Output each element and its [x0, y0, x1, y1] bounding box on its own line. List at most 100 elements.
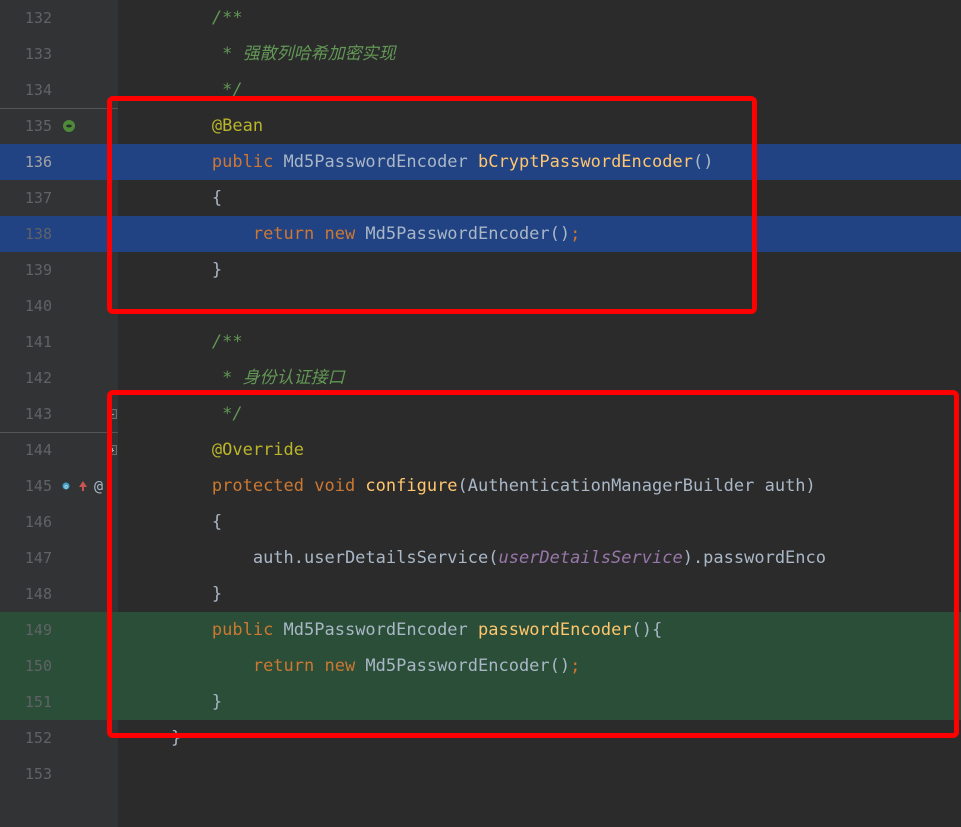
code-token — [130, 188, 212, 208]
code-line[interactable]: return new Md5PasswordEncoder(); — [118, 648, 961, 684]
code-token — [130, 152, 212, 172]
code-line[interactable]: */ — [118, 396, 961, 432]
line-number: 138 — [0, 216, 56, 252]
line-number: 132 — [0, 0, 56, 36]
code-line[interactable]: return new Md5PasswordEncoder(); — [118, 216, 961, 252]
code-token: */ — [212, 80, 243, 100]
code-token — [130, 620, 212, 640]
code-line[interactable]: * 强散列哈希加密实现 — [118, 36, 961, 72]
code-line[interactable]: } — [118, 252, 961, 288]
code-token: ).passwordEnco — [683, 548, 826, 568]
code-token — [130, 656, 253, 676]
code-token: * 身份认证接口 — [212, 368, 345, 388]
code-token: } — [171, 728, 181, 748]
code-line[interactable] — [118, 288, 961, 324]
gutter-row: 150 — [0, 648, 118, 684]
line-number: 143 — [0, 396, 56, 432]
code-token — [130, 332, 212, 352]
gutter-row: 134 — [0, 72, 118, 108]
gutter-separator — [0, 432, 118, 433]
line-number: 134 — [0, 72, 56, 108]
gutter-row: 153 — [0, 756, 118, 792]
gutter-row: 151 — [0, 684, 118, 720]
code-token — [130, 728, 171, 748]
gutter-at-icon: @ — [94, 468, 103, 504]
code-token: } — [212, 584, 222, 604]
gutter-row: 139 — [0, 252, 118, 288]
code-token: @Override — [212, 440, 304, 460]
override-icon: o — [62, 479, 76, 493]
code-token: ; — [570, 656, 580, 676]
code-token — [130, 368, 212, 388]
code-line[interactable]: * 身份认证接口 — [118, 360, 961, 396]
code-token: return new — [253, 224, 366, 244]
gutter-row: 136 — [0, 144, 118, 180]
line-number: 140 — [0, 288, 56, 324]
code-line[interactable]: { — [118, 504, 961, 540]
code-token: () — [693, 152, 713, 172]
code-line[interactable]: @Bean — [118, 108, 961, 144]
code-area[interactable]: /** * 强散列哈希加密实现 */ @Bean public Md5Passw… — [118, 0, 961, 827]
code-token: } — [212, 692, 222, 712]
line-number: 145 — [0, 468, 56, 504]
code-token: Md5PasswordEncoder — [284, 152, 478, 172]
line-number: 141 — [0, 324, 56, 360]
bean-icon — [62, 119, 76, 133]
code-token: ; — [570, 224, 580, 244]
code-line[interactable]: public Md5PasswordEncoder bCryptPassword… — [118, 144, 961, 180]
code-token: { — [212, 512, 222, 532]
code-line[interactable]: auth.userDetailsService(userDetailsServi… — [118, 540, 961, 576]
code-token — [130, 260, 212, 280]
code-token: Md5PasswordEncoder() — [365, 656, 570, 676]
line-number: 146 — [0, 504, 56, 540]
line-number: 152 — [0, 720, 56, 756]
code-token — [130, 116, 212, 136]
line-number: 153 — [0, 756, 56, 792]
code-token — [130, 692, 212, 712]
code-token: Md5PasswordEncoder() — [365, 224, 570, 244]
gutter-row: 132 — [0, 0, 118, 36]
gutter: 1321331341351361371381391401411421431441… — [0, 0, 118, 827]
gutter-row: 141 — [0, 324, 118, 360]
line-number: 142 — [0, 360, 56, 396]
code-token: } — [212, 260, 222, 280]
code-token: { — [212, 188, 222, 208]
code-line[interactable]: */ — [118, 72, 961, 108]
code-token — [130, 8, 212, 28]
code-token: configure — [365, 476, 457, 496]
gutter-row: 146 — [0, 504, 118, 540]
gutter-row: 145 o @ — [0, 468, 118, 504]
code-token: /** — [212, 8, 243, 28]
implements-up-icon — [76, 479, 90, 493]
code-token: auth.userDetailsService( — [253, 548, 499, 568]
line-number: 133 — [0, 36, 56, 72]
line-number: 148 — [0, 576, 56, 612]
code-token: passwordEncoder — [478, 620, 632, 640]
gutter-icons — [56, 119, 118, 133]
fold-end-icon[interactable] — [107, 409, 117, 419]
line-number: 151 — [0, 684, 56, 720]
code-token: userDetailsService — [498, 548, 682, 568]
code-token: public — [212, 620, 284, 640]
code-token — [130, 404, 212, 424]
code-line[interactable]: } — [118, 576, 961, 612]
code-line[interactable] — [118, 756, 961, 792]
code-token: */ — [212, 404, 243, 424]
gutter-row: 152 — [0, 720, 118, 756]
code-line[interactable]: public Md5PasswordEncoder passwordEncode… — [118, 612, 961, 648]
fold-start-icon[interactable] — [107, 445, 117, 455]
code-line[interactable]: } — [118, 684, 961, 720]
code-line[interactable]: @Override — [118, 432, 961, 468]
code-token — [130, 440, 212, 460]
code-line[interactable]: /** — [118, 0, 961, 36]
gutter-row: 142 — [0, 360, 118, 396]
code-token — [130, 80, 212, 100]
gutter-separator — [0, 108, 118, 109]
code-line[interactable]: } — [118, 720, 961, 756]
code-line[interactable]: { — [118, 180, 961, 216]
code-line[interactable]: /** — [118, 324, 961, 360]
code-token — [130, 224, 253, 244]
code-editor[interactable]: 1321331341351361371381391401411421431441… — [0, 0, 961, 827]
code-line[interactable]: protected void configure(AuthenticationM… — [118, 468, 961, 504]
code-token — [130, 512, 212, 532]
